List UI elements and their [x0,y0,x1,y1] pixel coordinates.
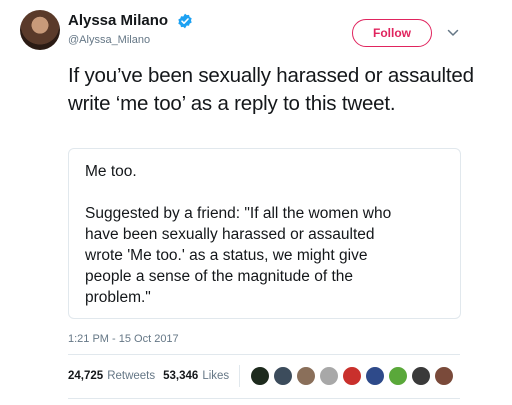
stats-separator [239,365,241,387]
tweet-text: If you’ve been sexually harassed or assa… [68,64,474,115]
liker-avatar-icon[interactable] [342,366,363,386]
avatar[interactable] [20,10,60,50]
quoted-image-card[interactable]: Me too. Suggested by a friend: "If all t… [68,148,461,319]
quote-body-line: wrote 'Me too.' as a status, we might gi… [85,247,368,264]
tweet-stats: 24,725 Retweets 53,346 Likes [68,365,457,387]
display-name[interactable]: Alyssa Milano [68,12,168,29]
tweet-header: Alyssa Milano @Alyssa_Milano Follow [0,0,512,60]
follow-button[interactable]: Follow [352,19,432,47]
liker-avatars [250,366,457,386]
divider [68,354,460,355]
likes-count[interactable]: 53,346 [163,370,198,382]
chevron-down-icon[interactable] [447,28,459,38]
quote-body-line: problem." [85,289,151,306]
retweets-label[interactable]: Retweets [107,370,155,382]
quote-body-line: Suggested by a friend: "If all the women… [85,205,392,222]
liker-avatar-icon[interactable] [365,366,386,386]
quote-body-line: people a sense of the magnitude of the [85,268,354,285]
quote-body: Suggested by a friend: "If all the women… [85,203,444,308]
handle[interactable]: @Alyssa_Milano [68,34,193,46]
liker-avatar-icon[interactable] [319,366,340,386]
quote-body-line: have been sexually harassed or assaulted [85,226,375,243]
retweets-count[interactable]: 24,725 [68,370,103,382]
liker-avatar-icon[interactable] [296,366,317,386]
liker-avatar-icon[interactable] [388,366,409,386]
verified-badge-icon [177,13,192,29]
liker-avatar-icon[interactable] [273,366,294,386]
quote-line-me-too: Me too. [85,163,137,180]
liker-avatar-icon[interactable] [434,366,455,386]
liker-avatar-icon[interactable] [411,366,432,386]
divider [68,398,460,399]
timestamp[interactable]: 1:21 PM - 15 Oct 2017 [68,333,179,345]
user-block[interactable]: Alyssa Milano @Alyssa_Milano [68,12,193,46]
likes-label[interactable]: Likes [202,370,229,382]
liker-avatar-icon[interactable] [250,366,271,386]
